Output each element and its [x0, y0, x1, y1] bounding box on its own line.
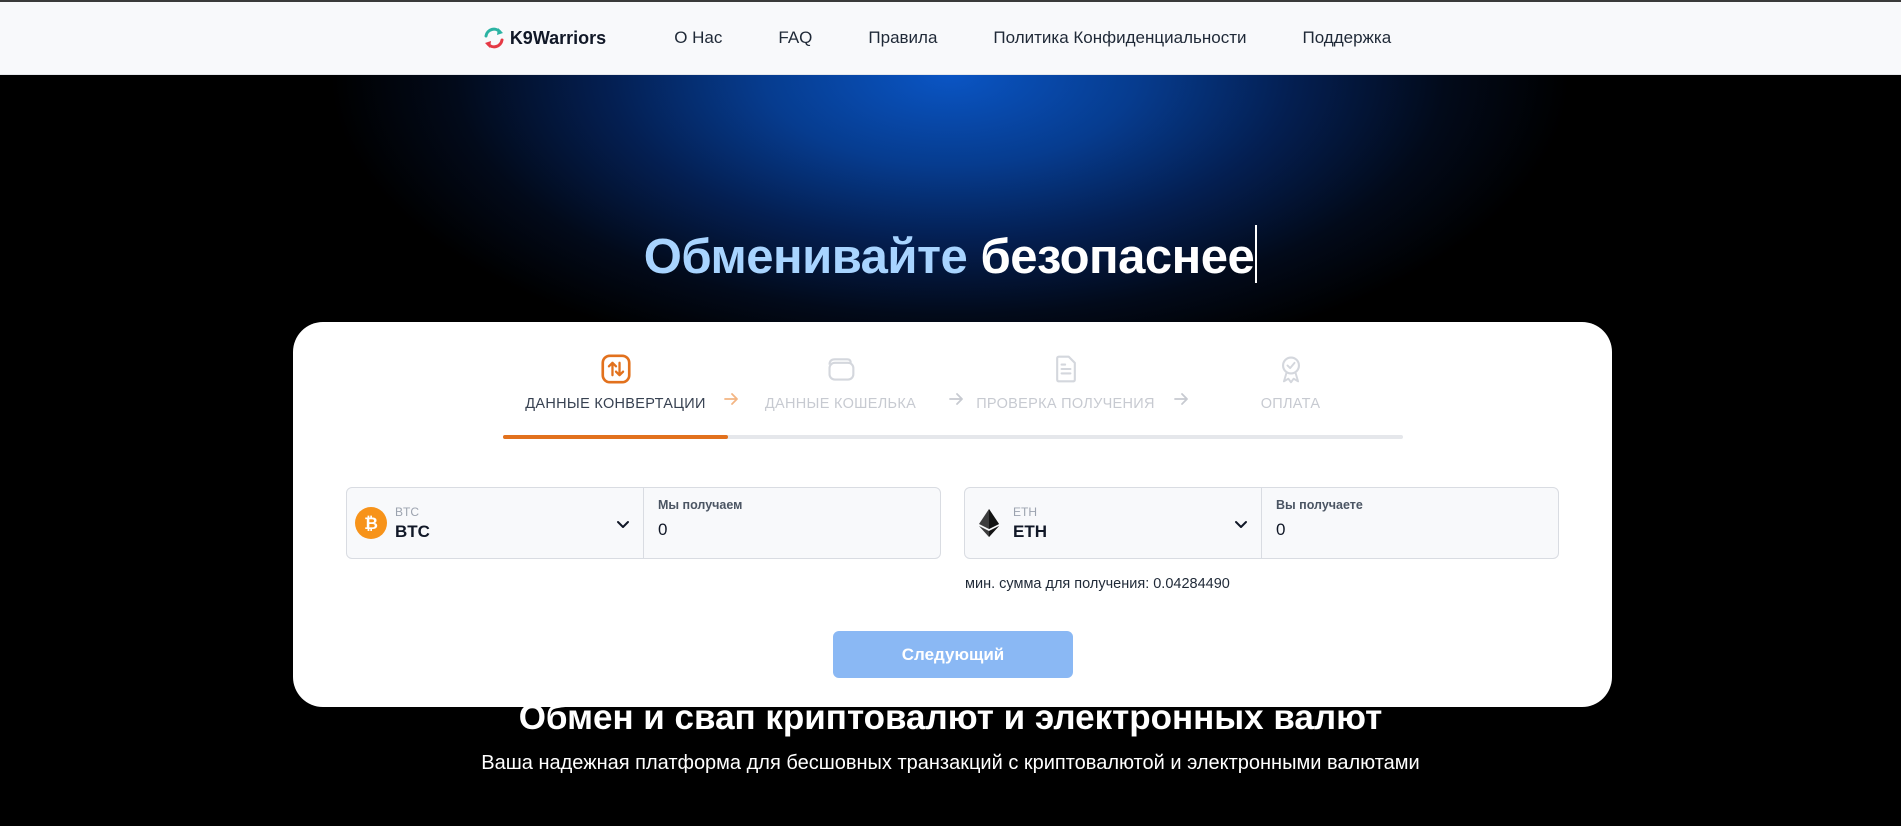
receive-amount-field: Вы получаете: [1262, 488, 1558, 558]
wallet-icon: [827, 358, 854, 381]
next-button[interactable]: Следующий: [833, 631, 1073, 678]
receive-currency-name: ETH: [1013, 521, 1047, 541]
bitcoin-icon: ₿: [355, 507, 387, 539]
chevron-down-icon: [1235, 521, 1247, 528]
step-wallet-data[interactable]: ДАННЫЕ КОШЕЛЬКА: [728, 354, 963, 412]
receive-pair: ETH ETH Вы получаете: [964, 487, 1559, 559]
ethereum-icon: [979, 509, 999, 537]
send-currency-name: BTC: [395, 521, 430, 541]
nav-link-faq[interactable]: FAQ: [778, 28, 812, 48]
logo[interactable]: K9Warriors: [482, 26, 606, 50]
section-subtitle: Ваша надежная платформа для бесшовных тр…: [481, 752, 1420, 774]
step-progress-fill: [503, 435, 728, 439]
step-receipt-check[interactable]: ПРОВЕРКА ПОЛУЧЕНИЯ: [953, 354, 1188, 412]
send-amount-label: Мы получаем: [658, 498, 743, 512]
send-amount-field: Мы получаем: [644, 488, 940, 558]
hero-title-part2: безопаснее: [980, 230, 1255, 284]
step-label: ДАННЫЕ КОШЕЛЬКА: [764, 396, 917, 412]
stepper: ДАННЫЕ КОНВЕРТАЦИИ ДАННЫЕ КОШЕЛЬКА ПРОВЕ…: [503, 354, 1403, 412]
receive-currency-ticker: ETH: [1013, 504, 1037, 519]
send-currency-text: BTC BTC: [395, 505, 430, 542]
top-navigation-bar: K9Warriors О Нас FAQ Правила Политика Ко…: [0, 0, 1901, 75]
chevron-down-icon: [617, 521, 629, 528]
receive-currency-select[interactable]: ETH ETH: [965, 488, 1262, 558]
logo-swap-icon: [484, 27, 504, 49]
main-nav: K9Warriors О Нас FAQ Правила Политика Ко…: [482, 2, 1419, 74]
send-pair: ₿ BTC BTC Мы получаем: [346, 487, 941, 559]
hero-section: Обменивайте безопаснее ДАННЫЕ КОНВЕРТАЦИ…: [0, 75, 1901, 826]
step-conversion-data[interactable]: ДАННЫЕ КОНВЕРТАЦИИ: [503, 354, 738, 412]
exchange-row: ₿ BTC BTC Мы получаем 0 ETH ETH Вы получ…: [346, 487, 1559, 559]
send-currency-ticker: BTC: [395, 504, 419, 519]
receive-amount-label: Вы получаете: [1276, 498, 1363, 512]
step-progress-bar: [503, 435, 1403, 439]
receive-amount-input[interactable]: [1276, 520, 1544, 540]
step-label: ОПЛАТА: [1260, 396, 1321, 412]
nav-link-rules[interactable]: Правила: [868, 28, 937, 48]
award-badge-icon: [1281, 356, 1300, 384]
send-currency-select[interactable]: ₿ BTC BTC: [347, 488, 644, 558]
step-label: ПРОВЕРКА ПОЛУЧЕНИЯ: [976, 396, 1155, 412]
receive-currency-text: ETH ETH: [1013, 505, 1047, 542]
min-amount-note: мин. сумма для получения: 0.04284490: [965, 576, 1230, 592]
exchange-card: ДАННЫЕ КОНВЕРТАЦИИ ДАННЫЕ КОШЕЛЬКА ПРОВЕ…: [293, 322, 1612, 707]
nav-link-about[interactable]: О Нас: [674, 28, 722, 48]
logo-text: K9Warriors: [509, 27, 607, 48]
section-title: Обмен и свап криптовалют и электронных в…: [518, 698, 1383, 737]
step-payment[interactable]: ОПЛАТА: [1178, 354, 1403, 412]
document-icon: [1055, 355, 1076, 383]
nav-link-privacy-policy[interactable]: Политика Конфиденциальности: [993, 28, 1246, 48]
text-caret: [1255, 225, 1258, 283]
exchange-arrows-icon: [600, 354, 631, 384]
svg-text:₿: ₿: [364, 514, 378, 534]
hero-title: Обменивайте безопаснее: [0, 225, 1901, 285]
hero-title-part1: Обменивайте: [643, 230, 968, 284]
send-amount-input[interactable]: [658, 520, 926, 540]
nav-link-support[interactable]: Поддержка: [1303, 28, 1392, 48]
step-label: ДАННЫЕ КОНВЕРТАЦИИ: [525, 396, 706, 412]
